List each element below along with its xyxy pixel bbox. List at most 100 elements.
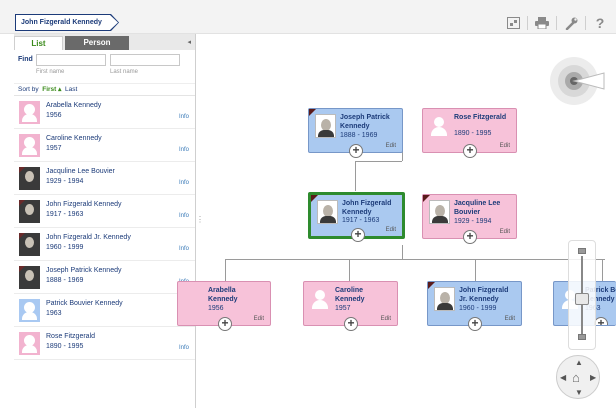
expand-plus-icon[interactable]: + (468, 317, 482, 331)
card-name: Caroline Kennedy (335, 287, 365, 303)
info-link[interactable]: Info (179, 345, 189, 351)
expand-plus-icon[interactable]: + (218, 317, 232, 331)
list-item-name: John Fizgerald Jr. Kennedy (46, 234, 131, 241)
collapse-arrow-icon[interactable]: ◂ (187, 38, 191, 46)
list-item[interactable]: Joseph Patrick Kennedy1888 - 1969Info (14, 261, 195, 294)
person-photo (19, 266, 40, 289)
person-card-jfk-jr[interactable]: John Fizgerald Jr. Kennedy 1960 - 1999 E… (427, 281, 522, 331)
person-photo (429, 200, 450, 224)
info-link[interactable]: Info (179, 246, 189, 252)
list-item[interactable]: Jacquline Lee Bouvier 1929 - 1994 Info (14, 162, 195, 195)
list-item-dates: 1890 - 1995 (46, 343, 84, 350)
pan-navigation-pad[interactable]: ▲ ▼ ◀ ▶ ⌂ (556, 355, 600, 399)
card-dates: 1888 - 1969 (340, 132, 378, 139)
top-bar: John Fizgerald Kennedy ? (0, 0, 616, 34)
print-icon[interactable] (534, 15, 550, 31)
list-item[interactable]: John Fizgerald Jr. Kennedy 1960 - 1999 Inf… (14, 228, 195, 261)
overview-radar-icon[interactable] (548, 55, 606, 107)
expand-plus-icon[interactable]: + (351, 228, 365, 242)
zoom-handle[interactable] (575, 293, 589, 305)
list-item-dates: 1956 (46, 112, 62, 119)
person-card-arabella[interactable]: Arabella Kennedy 1956 Edit + (177, 281, 271, 331)
list-item-name: Rose Fitzgerald (46, 333, 96, 340)
first-name-input[interactable] (36, 54, 106, 66)
edit-link[interactable]: Edit (500, 143, 510, 149)
toolbar-divider (585, 16, 586, 30)
person-photo (434, 287, 455, 311)
person-card-caroline[interactable]: Caroline Kennedy 1957 Edit + (303, 281, 398, 331)
tree-view-icon[interactable] (505, 15, 521, 31)
edit-link[interactable]: Edit (500, 229, 510, 235)
list-item[interactable]: Arabella Kennedy 1956 Info (14, 96, 195, 129)
person-card-rose[interactable]: Rose Fitzgerald 1890 - 1995 Edit + (422, 108, 517, 158)
info-link[interactable]: Info (179, 147, 189, 153)
pan-right-icon[interactable]: ▶ (590, 373, 596, 382)
info-link[interactable]: Info (179, 213, 189, 219)
list-item-dates: 1963 (46, 310, 62, 317)
find-section: Find First name Last name (14, 50, 195, 84)
last-name-input[interactable] (110, 54, 180, 66)
person-photo (19, 200, 40, 223)
sort-asc-icon: ▴ (56, 86, 62, 93)
connector-line (402, 245, 403, 259)
sort-last-link[interactable]: Last (65, 86, 77, 93)
card-dates: 1890 - 1995 (454, 130, 492, 137)
edit-link[interactable]: Edit (505, 316, 515, 322)
list-item-name: Arabella Kennedy (46, 102, 102, 109)
person-card-jacquline[interactable]: Jacquline Lee Bouvier 1929 - 1994 Edit + (422, 194, 517, 244)
connector-line (355, 161, 402, 162)
expand-plus-icon[interactable]: + (349, 144, 363, 158)
expand-plus-icon[interactable]: + (344, 317, 358, 331)
card-dates: 1917 - 1963 (342, 217, 380, 224)
zoom-out-cap[interactable] (578, 334, 586, 340)
card-name: John Fizgerald Jr. Kennedy (459, 287, 509, 303)
tab-list[interactable]: List (14, 36, 63, 50)
toolbar-divider (556, 16, 557, 30)
breadcrumb[interactable]: John Fizgerald Kennedy (15, 14, 119, 31)
last-name-hint: Last name (110, 69, 139, 75)
pan-up-icon[interactable]: ▲ (575, 358, 583, 367)
card-name: Rose Fitzgerald (454, 114, 507, 121)
list-item-name: Patrick Bouvier Kennedy (46, 300, 123, 307)
edit-link[interactable]: Edit (381, 316, 391, 322)
list-item-dates: 1917 - 1963 (46, 211, 84, 218)
zoom-in-cap[interactable] (578, 248, 586, 254)
list-item[interactable]: Rose Fitzgerald 1890 - 1995 Info (14, 327, 195, 360)
info-link[interactable]: Info (179, 114, 189, 120)
zoom-slider[interactable] (575, 248, 589, 340)
person-photo (315, 114, 336, 138)
tab-person[interactable]: Person (65, 36, 129, 50)
female-silhouette-icon (19, 332, 40, 355)
connector-line (602, 259, 603, 281)
expand-plus-icon[interactable]: + (463, 230, 477, 244)
help-icon[interactable]: ? (592, 15, 608, 31)
home-icon[interactable]: ⌂ (572, 370, 580, 385)
list-item[interactable]: Caroline Kennedy 1957 Info (14, 129, 195, 162)
edit-link[interactable]: Edit (386, 143, 396, 149)
person-card-joseph[interactable]: Joseph Patrick Kennedy 1888 - 1969 Edit … (308, 108, 403, 158)
list-item-dates: 1957 (46, 145, 62, 152)
card-dates: 1960 - 1999 (459, 305, 497, 312)
list-item[interactable]: Patrick Bouvier Kennedy1963Info (14, 294, 195, 327)
expand-plus-icon[interactable]: + (594, 317, 608, 325)
wrench-icon[interactable] (563, 15, 579, 31)
edit-link[interactable]: Edit (254, 316, 264, 322)
list-item[interactable]: John Fizgerald Kennedy 1917 - 1963 Info (14, 195, 195, 228)
person-photo (19, 167, 40, 190)
pan-left-icon[interactable]: ◀ (560, 373, 566, 382)
card-dates: 1957 (335, 305, 351, 312)
people-sidebar: List Person ◂ Find First name Last name … (14, 34, 196, 408)
sort-first-link[interactable]: First (42, 86, 56, 93)
edit-link[interactable]: Edit (386, 227, 396, 233)
card-dates: 1956 (208, 305, 224, 312)
card-name: Jacquline Lee Bouvier (454, 200, 501, 216)
card-dates: 1929 - 1994 (454, 218, 492, 225)
person-card-jfk-selected[interactable]: John Fizgerald Kennedy 1917 - 1963 Edit … (308, 192, 405, 242)
pan-down-icon[interactable]: ▼ (575, 388, 583, 397)
connector-line (355, 161, 356, 191)
list-item-name: Caroline Kennedy (46, 135, 102, 142)
list-item-name: Joseph Patrick Kennedy (46, 267, 122, 274)
breadcrumb-label: John Fizgerald Kennedy (16, 15, 118, 30)
expand-plus-icon[interactable]: + (463, 144, 477, 158)
info-link[interactable]: Info (179, 180, 189, 186)
